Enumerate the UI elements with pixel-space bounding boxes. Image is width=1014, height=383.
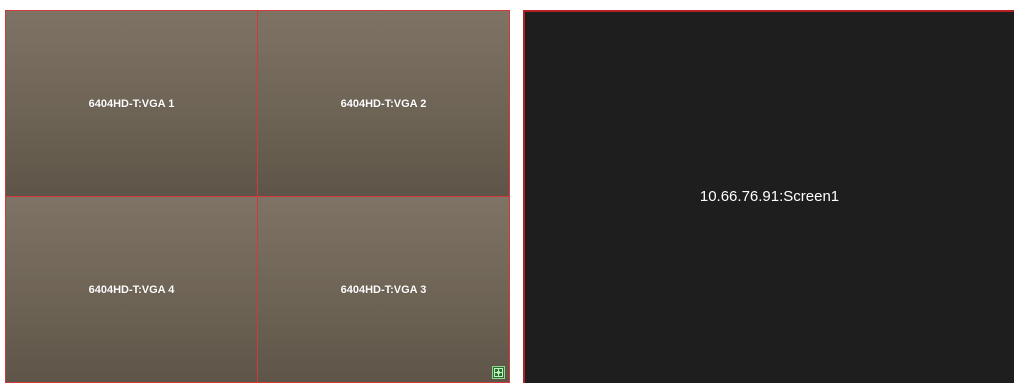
wall-cell-vga-1[interactable]: 6404HD-T:VGA 1 [6, 11, 257, 196]
wall-cell-label: 6404HD-T:VGA 1 [88, 97, 175, 110]
wall-cell-label: 6404HD-T:VGA 2 [340, 97, 427, 110]
grid-snap-icon [494, 368, 503, 377]
wall-cell-vga-4[interactable]: 6404HD-T:VGA 4 [6, 197, 257, 382]
video-wall-layout: 6404HD-T:VGA 1 6404HD-T:VGA 2 6404HD-T:V… [5, 10, 510, 383]
wall-cell-vga-3[interactable]: 6404HD-T:VGA 3 [258, 197, 509, 382]
screen-preview-panel[interactable]: 10.66.76.91:Screen1 [523, 10, 1014, 383]
wall-cell-label: 6404HD-T:VGA 3 [340, 283, 427, 296]
screen-label: 10.66.76.91:Screen1 [699, 188, 840, 205]
wall-cell-vga-2[interactable]: 6404HD-T:VGA 2 [258, 11, 509, 196]
wall-cell-label: 6404HD-T:VGA 4 [88, 283, 175, 296]
snap-button[interactable] [492, 366, 505, 379]
